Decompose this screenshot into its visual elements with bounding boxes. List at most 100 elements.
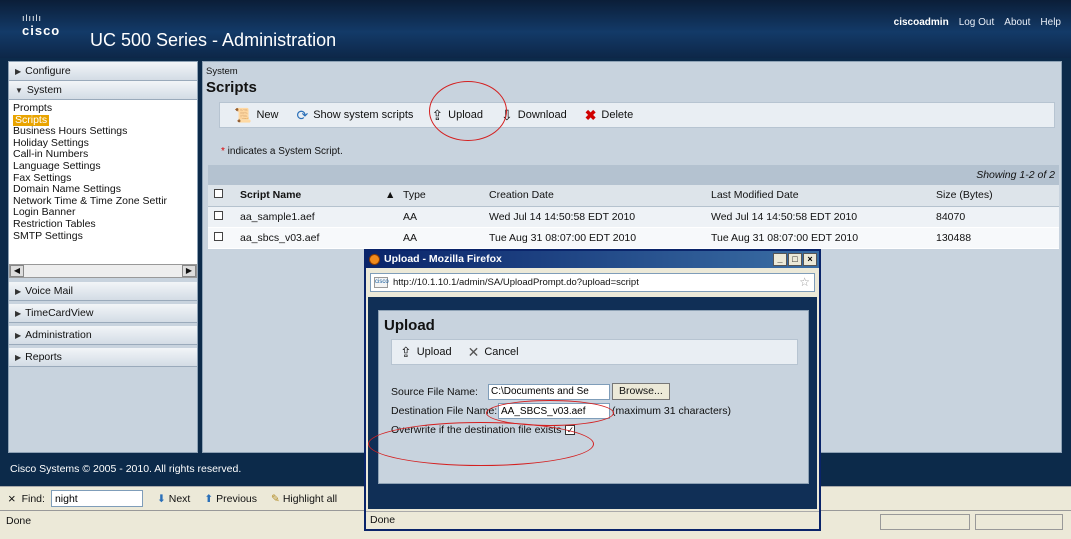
close-icon[interactable]: × xyxy=(803,253,817,266)
upload-button[interactable]: ⇪ Upload xyxy=(431,108,483,122)
upload-icon: ⇪ xyxy=(431,107,444,123)
destination-file-row: Destination File Name: (maximum 31 chara… xyxy=(391,403,731,419)
find-next-button[interactable]: ⬇ Next xyxy=(157,493,190,505)
modified-cell: Wed Jul 14 14:50:58 EDT 2010 xyxy=(705,206,930,228)
source-file-label: Source File Name: xyxy=(391,385,478,398)
status-text: Done xyxy=(6,515,32,527)
about-link[interactable]: About xyxy=(1004,17,1030,28)
popup-body: Upload ⇪ Upload ✕ Cancel Source File Nam… xyxy=(368,297,817,509)
sidebar-item-restriction[interactable]: Restriction Tables xyxy=(13,218,193,231)
bookmark-star-icon[interactable]: ☆ xyxy=(799,274,810,291)
copyright: Cisco Systems © 2005 - 2010. All rights … xyxy=(10,463,242,475)
logout-link[interactable]: Log Out xyxy=(959,17,995,28)
show-system-scripts-button[interactable]: ⟳ Show system scripts xyxy=(296,108,413,122)
source-file-input[interactable] xyxy=(488,383,610,400)
column-creation-date[interactable]: Creation Date xyxy=(483,185,705,207)
popup-cancel-button[interactable]: ✕ Cancel xyxy=(468,345,519,359)
chevron-down-icon: ▼ xyxy=(15,86,23,95)
upload-heading: Upload xyxy=(384,317,435,334)
overwrite-label: Overwrite if the destination file exists xyxy=(391,424,562,436)
script-name-cell[interactable]: aa_sbcs_v03.aef xyxy=(234,227,397,249)
overwrite-checkbox[interactable]: ✓ xyxy=(565,425,576,435)
overwrite-row: Overwrite if the destination file exists… xyxy=(391,424,576,436)
refresh-icon: ⟳ xyxy=(296,107,309,123)
sidebar: ▶ Configure ▼ System Prompts Scripts Busin… xyxy=(8,61,198,453)
column-label: Script Name xyxy=(240,189,302,202)
popup-status-text: Done xyxy=(370,514,396,526)
table-row[interactable]: aa_sample1.aef AA Wed Jul 14 14:50:58 ED… xyxy=(208,206,1059,228)
row-checkbox[interactable] xyxy=(214,210,223,220)
sidebar-item-language[interactable]: Language Settings xyxy=(13,160,193,173)
app-header: ılıılı cisco UC 500 Series - Administrat… xyxy=(0,0,1071,58)
close-find-icon[interactable]: × xyxy=(8,491,16,506)
browse-button[interactable]: Browse... xyxy=(612,383,670,400)
help-link[interactable]: Help xyxy=(1040,17,1061,28)
window-controls: _ □ × xyxy=(773,253,817,266)
sidebar-section-system[interactable]: ▼ System xyxy=(9,81,197,100)
horizontal-scrollbar[interactable]: ◀ ▶ xyxy=(9,264,197,278)
sidebar-section-administration[interactable]: ▶ Administration xyxy=(9,326,197,345)
cancel-icon: ✕ xyxy=(467,344,480,360)
sidebar-item-domain-name[interactable]: Domain Name Settings xyxy=(13,184,193,196)
row-checkbox[interactable] xyxy=(214,231,223,241)
size-cell: 130488 xyxy=(930,227,1059,249)
delete-button[interactable]: ✖ Delete xyxy=(585,108,634,122)
sidebar-section-reports[interactable]: ▶ Reports xyxy=(9,348,197,367)
sidebar-item-smtp[interactable]: SMTP Settings xyxy=(13,230,193,243)
delete-icon: ✖ xyxy=(584,107,597,123)
status-panel xyxy=(975,514,1063,530)
sidebar-section-label: Administration xyxy=(25,329,92,341)
top-nav: ciscoadmin Log Out About Help xyxy=(894,17,1061,28)
script-name-cell[interactable]: aa_sample1.aef xyxy=(234,206,397,228)
popup-titlebar[interactable]: Upload - Mozilla Firefox _ □ × xyxy=(366,251,819,268)
sidebar-item-prompts[interactable]: Prompts xyxy=(13,102,193,115)
note-text: indicates a System Script. xyxy=(224,146,343,157)
page-title: Scripts xyxy=(206,79,257,96)
highlight-all-button[interactable]: ✎ Highlight all xyxy=(271,493,337,505)
destination-hint: (maximum 31 characters) xyxy=(612,405,732,417)
highlighter-icon: ✎ xyxy=(271,492,280,505)
select-all-checkbox[interactable] xyxy=(214,189,223,199)
sort-arrow-icon[interactable]: ▲ xyxy=(379,185,397,207)
download-label: Download xyxy=(517,109,567,121)
popup-status-bar: Done xyxy=(366,511,819,529)
scripts-toolbar: 📜 New ⟳ Show system scripts ⇪ Upload ⇩ D… xyxy=(219,102,1055,128)
pagination-summary: Showing 1-2 of 2 xyxy=(208,165,1059,185)
arrow-down-icon: ⬇ xyxy=(156,492,166,505)
sidebar-section-configure[interactable]: ▶ Configure xyxy=(9,62,197,81)
find-input[interactable] xyxy=(50,490,143,507)
app-title: UC 500 Series - Administration xyxy=(90,30,337,50)
sidebar-section-voice-mail[interactable]: ▶ Voice Mail xyxy=(9,282,197,301)
upload-toolbar: ⇪ Upload ✕ Cancel xyxy=(391,339,798,365)
size-cell: 84070 xyxy=(930,206,1059,228)
maximize-icon[interactable]: □ xyxy=(788,253,802,266)
chevron-right-icon: ▶ xyxy=(15,67,22,76)
firefox-icon xyxy=(369,254,380,265)
scroll-left-icon[interactable]: ◀ xyxy=(10,265,24,277)
system-script-note: * indicates a System Script. xyxy=(221,146,343,157)
column-type[interactable]: Type xyxy=(397,185,483,207)
column-script-name[interactable]: Script Name xyxy=(234,185,379,207)
chevron-right-icon: ▶ xyxy=(15,353,22,362)
popup-upload-button[interactable]: ⇪ Upload xyxy=(400,345,452,359)
find-next-label: Next xyxy=(168,492,191,505)
current-user: ciscoadmin xyxy=(893,17,949,28)
chevron-right-icon: ▶ xyxy=(15,287,22,296)
destination-file-input[interactable] xyxy=(498,403,610,419)
system-item-list: Prompts Scripts Business Hours Settings … xyxy=(9,100,197,264)
find-previous-button[interactable]: ⬆ Previous xyxy=(204,493,257,505)
column-last-modified[interactable]: Last Modified Date xyxy=(705,185,930,207)
sidebar-section-timecardview[interactable]: ▶ TimeCardView xyxy=(9,304,197,323)
modified-cell: Tue Aug 31 08:07:00 EDT 2010 xyxy=(705,227,930,249)
table-row[interactable]: aa_sbcs_v03.aef AA Tue Aug 31 08:07:00 E… xyxy=(208,227,1059,249)
source-file-row: Source File Name: Browse... xyxy=(391,383,670,400)
destination-file-label: Destination File Name: xyxy=(391,405,498,417)
download-button[interactable]: ⇩ Download xyxy=(501,108,567,122)
url-bar[interactable]: cisco http://10.1.10.1/admin/SA/UploadPr… xyxy=(370,273,815,292)
select-all-header[interactable] xyxy=(208,185,234,207)
column-size[interactable]: Size (Bytes) xyxy=(930,185,1059,207)
new-button[interactable]: 📜 New xyxy=(234,108,278,122)
scroll-right-icon[interactable]: ▶ xyxy=(182,265,196,277)
minimize-icon[interactable]: _ xyxy=(773,253,787,266)
created-cell: Tue Aug 31 08:07:00 EDT 2010 xyxy=(483,227,705,249)
